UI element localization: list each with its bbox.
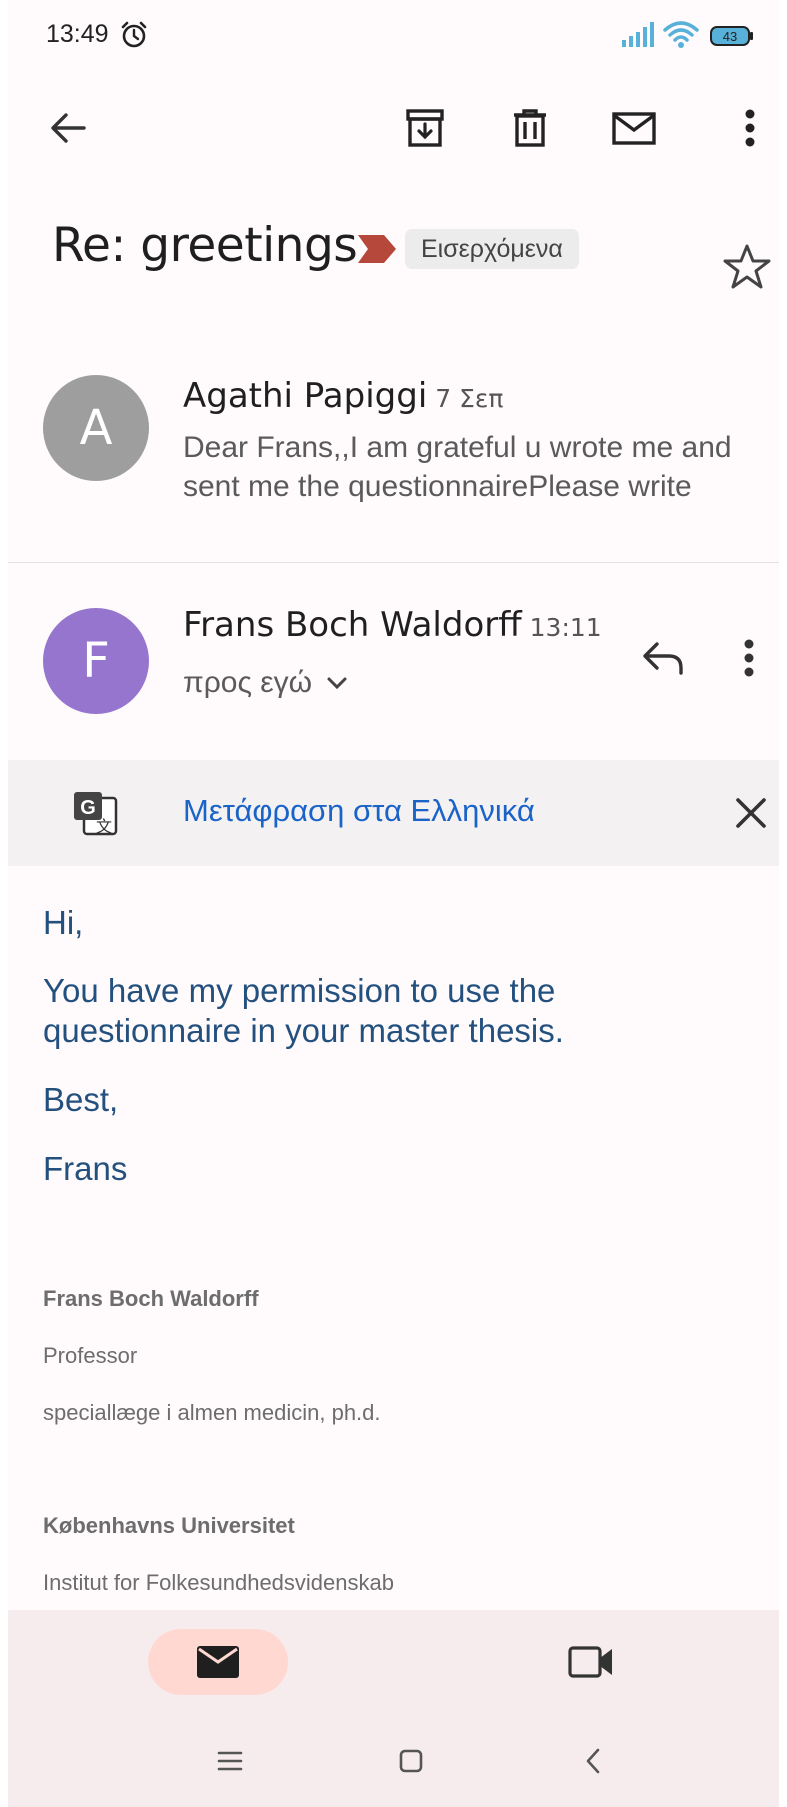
trash-icon [514,109,546,147]
sender-name: Frans Boch Waldorff [183,605,522,645]
email-subject: Re: greetings [52,218,358,273]
wifi-icon [663,21,699,48]
status-time: 13:49 [46,20,109,48]
gmail-screen: 13:49 43 Re: greetings Εισερχόμενα A Aga… [8,0,779,1807]
video-camera-icon [568,1646,612,1678]
star-icon[interactable] [722,242,772,292]
divider [8,562,779,563]
recipient-label: προς εγώ [183,666,313,699]
mail-tab[interactable] [148,1629,288,1695]
sender-row: Frans Boch Waldorff 13:11 [183,605,602,645]
google-translate-icon: G 文 [74,792,118,836]
recent-apps-button[interactable] [205,1736,255,1786]
svg-text:G: G [80,797,96,819]
status-bar: 13:49 43 [8,0,779,72]
message-more-button[interactable] [734,628,764,688]
arrow-left-icon [51,113,86,143]
back-button[interactable] [36,88,100,168]
mail-icon [197,1646,239,1678]
more-vertical-icon [744,639,754,677]
importance-marker-icon [358,235,396,263]
meet-tab[interactable] [556,1629,626,1695]
body-greeting: Hi, [43,904,84,941]
signature-specialty: speciallæge i almen medicin, ph.d. [43,1400,381,1425]
close-icon[interactable] [726,788,776,838]
archive-button[interactable] [393,88,457,168]
battery-level: 43 [723,29,737,44]
home-button[interactable] [386,1736,436,1786]
delete-button[interactable] [498,88,562,168]
svg-text:文: 文 [96,817,112,836]
message-snippet: Dear Frans,,I am grateful u wrote me and… [183,431,732,503]
toolbar [8,88,779,168]
sender-name: Agathi Papiggi [183,376,428,416]
system-back-button[interactable] [568,1736,618,1786]
more-options-button[interactable] [718,88,779,168]
mark-unread-button[interactable] [602,88,666,168]
avatar[interactable]: A [43,375,149,481]
home-square-icon [399,1749,423,1773]
alarm-icon [121,21,147,48]
battery-icon: 43 [710,26,753,46]
bottom-nav [8,1610,779,1807]
archive-icon [406,109,444,147]
message-collapsed[interactable]: A Agathi Papiggi 7 Σεπ Dear Frans,,I am g… [8,350,779,562]
message-expanded-header: F Frans Boch Waldorff 13:11 προς εγώ [8,580,779,740]
body-sender-name: Frans [43,1150,128,1187]
message-date: 7 Σεπ [435,384,504,413]
more-vertical-icon [745,109,755,147]
signature-institute: Institut for Folkesundhedsvidenskab [43,1570,394,1595]
message-time: 13:11 [529,613,602,642]
signature-title: Professor [43,1343,138,1368]
translate-bar: G 文 Μετάφραση στα Ελληνικά [8,760,779,866]
body-paragraph: You have my permission to use the questi… [43,972,564,1049]
reply-icon [643,642,683,675]
body-closing: Best, [43,1081,119,1118]
inbox-label-chip[interactable]: Εισερχόμενα [405,229,579,269]
signature-name: Frans Boch Waldorff [43,1286,259,1311]
translate-link[interactable]: Μετάφραση στα Ελληνικά [183,793,535,829]
menu-icon [217,1751,243,1771]
system-nav-bar [8,1722,779,1807]
chevron-down-icon [327,677,347,690]
recipients-toggle[interactable]: προς εγώ [183,666,348,700]
signature-university: Københavns Universitet [43,1513,295,1538]
avatar[interactable]: F [43,608,149,714]
reply-button[interactable] [633,628,693,688]
chevron-left-icon [586,1748,600,1774]
sender-row: Agathi Papiggi 7 Σεπ [183,376,503,416]
signal-icon [622,22,654,47]
mail-icon [612,112,656,145]
